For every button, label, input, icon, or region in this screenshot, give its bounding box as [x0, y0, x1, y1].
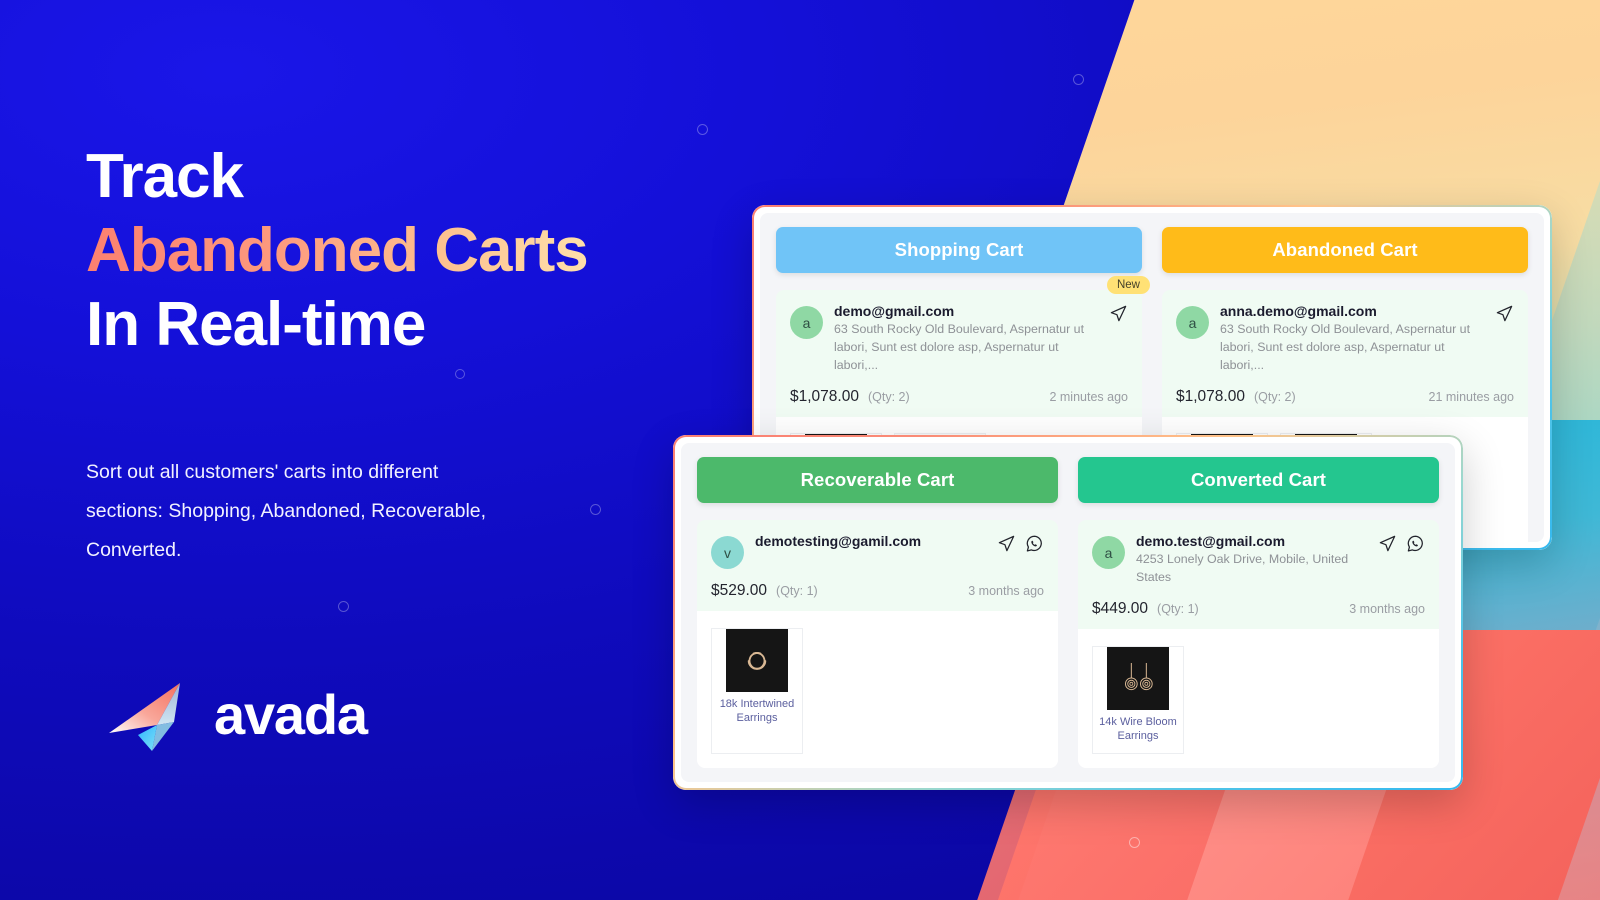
- cart-timestamp: 3 months ago: [1349, 601, 1425, 616]
- cart-price: $1,078.00: [790, 387, 859, 405]
- avatar: v: [711, 536, 744, 569]
- product-name: 18k Intertwined Earrings: [719, 698, 795, 724]
- promo-banner: Track Abandoned Carts In Real-time Sort …: [0, 0, 1600, 900]
- customer-address: 63 South Rocky Old Boulevard, Aspernatur…: [1220, 322, 1471, 372]
- cart-qty: (Qty: 1): [1157, 601, 1199, 616]
- headline-line-2: Abandoned Carts: [86, 214, 589, 288]
- send-icon[interactable]: [1495, 304, 1514, 323]
- brand-logo: avada: [108, 678, 368, 752]
- product-image: [712, 629, 802, 692]
- headline-line-3: In Real-time: [86, 289, 426, 359]
- hero-description: Sort out all customers' carts into diffe…: [86, 461, 487, 562]
- logo-wordmark: avada: [214, 683, 368, 746]
- customer-email: demotesting@gamil.com: [755, 533, 922, 549]
- customer-card-abandoned[interactable]: a anna.demo@gmail.com 63 South Rocky Old…: [1162, 290, 1528, 417]
- product-strip-recoverable: 18k Intertwined Earrings: [697, 611, 1058, 768]
- cart-column-recoverable: Recoverable Cart v demotesting@gamil.com: [697, 457, 1058, 768]
- cart-timestamp: 21 minutes ago: [1428, 389, 1514, 404]
- whatsapp-icon[interactable]: [1025, 534, 1044, 553]
- hero-copy: Track Abandoned Carts In Real-time Sort …: [86, 140, 686, 570]
- decor-ring-2: [1073, 74, 1084, 85]
- cart-qty: (Qty: 1): [776, 584, 818, 598]
- customer-card-converted[interactable]: a demo.test@gmail.com 4253 Lonely Oak Dr…: [1078, 520, 1439, 629]
- page-title: Track Abandoned Carts In Real-time: [86, 140, 686, 361]
- decor-ring-5: [338, 601, 349, 612]
- cart-qty: (Qty: 2): [867, 389, 910, 404]
- customer-address: 4253 Lonely Oak Drive, Mobile, United St…: [1136, 552, 1349, 584]
- decor-ring-6: [1129, 837, 1140, 848]
- headline-line-1: Track: [86, 142, 244, 211]
- avatar: a: [790, 306, 823, 339]
- avada-paperplane-icon: [109, 683, 180, 751]
- send-icon[interactable]: [1109, 304, 1128, 323]
- whatsapp-icon[interactable]: [1406, 534, 1425, 553]
- cart-price: $449.00: [1092, 599, 1149, 617]
- hoop-earrings-art-icon: [747, 651, 767, 670]
- cart-qty: (Qty: 2): [1253, 389, 1296, 404]
- send-icon[interactable]: [997, 534, 1016, 553]
- avatar: a: [1176, 306, 1209, 339]
- customer-email: demo@gmail.com: [834, 303, 955, 319]
- customer-email: anna.demo@gmail.com: [1220, 303, 1377, 319]
- carts-panel-front: Recoverable Cart v demotesting@gamil.com: [673, 435, 1463, 790]
- cart-price: $529.00: [711, 582, 768, 599]
- product-image: [1093, 646, 1183, 710]
- cart-header-abandoned[interactable]: Abandoned Cart: [1162, 227, 1528, 273]
- cart-timestamp: 2 minutes ago: [1049, 389, 1128, 404]
- avatar: a: [1092, 536, 1125, 569]
- customer-email: demo.test@gmail.com: [1136, 533, 1286, 549]
- customer-card-recoverable[interactable]: v demotesting@gamil.com $529.00 (Qty: 1)…: [697, 520, 1058, 611]
- cart-timestamp: 3 months ago: [968, 584, 1044, 598]
- product-item[interactable]: 14k Wire Bloom Earrings: [1092, 645, 1184, 754]
- bloom-earrings-art-icon: [1125, 663, 1153, 691]
- cart-price: $1,078.00: [1176, 387, 1245, 405]
- product-strip-converted: 14k Wire Bloom Earrings: [1078, 628, 1439, 768]
- cart-header-converted[interactable]: Converted Cart: [1078, 457, 1439, 503]
- cart-header-shopping[interactable]: Shopping Cart: [776, 227, 1142, 273]
- product-name: 14k Wire Bloom Earrings: [1099, 715, 1177, 742]
- customer-card-shopping[interactable]: New a demo@gmail.com 63 South Rocky Old …: [776, 276, 1150, 417]
- cart-header-recoverable[interactable]: Recoverable Cart: [697, 457, 1058, 503]
- status-badge-new: New: [1106, 276, 1150, 294]
- cart-column-converted: Converted Cart a demo.test@gmail.com 425…: [1078, 457, 1439, 768]
- product-item[interactable]: 18k Intertwined Earrings: [711, 628, 803, 754]
- send-icon[interactable]: [1378, 534, 1397, 553]
- customer-address: 63 South Rocky Old Boulevard, Aspernatur…: [834, 322, 1085, 372]
- decor-ring-1: [697, 124, 708, 135]
